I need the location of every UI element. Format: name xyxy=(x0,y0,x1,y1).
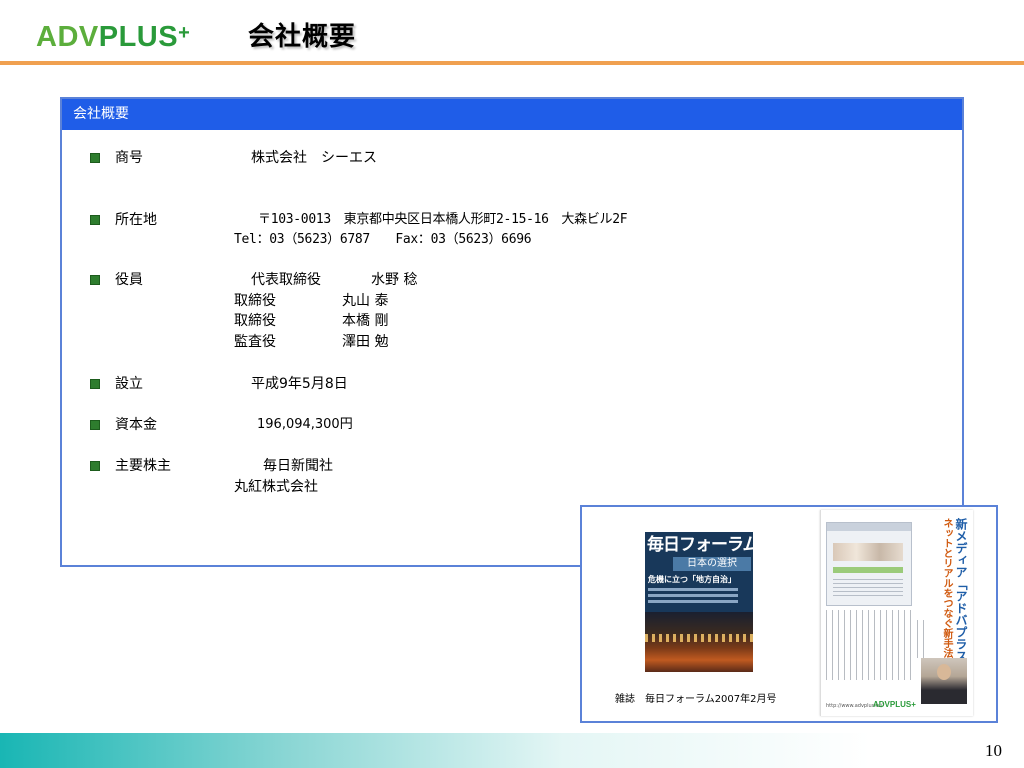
info-label: 役員 xyxy=(115,272,143,288)
header-divider xyxy=(0,61,1024,65)
panel-header: 会社概要 xyxy=(62,99,962,130)
officer-role: 代表取締役 xyxy=(251,272,321,288)
article-title: 新メディア「アドバプラス」 xyxy=(954,518,968,674)
bullet-icon xyxy=(90,379,100,389)
officer-name: 水野 稔 xyxy=(371,272,418,288)
page-number: 10 xyxy=(985,741,1002,760)
officer-role: 取締役 xyxy=(234,313,276,329)
info-value: 株式会社 シーエス xyxy=(251,150,377,166)
company-logo: ADVPLUS+ xyxy=(36,20,190,54)
info-label: 資本金 xyxy=(115,417,157,433)
magazine-cover-headline: 危機に立つ「地方自治」 xyxy=(648,575,736,584)
magazine-cover-title: 毎日フォーラム xyxy=(647,535,753,555)
info-label: 主要株主 xyxy=(115,458,171,474)
phone-fax-value: Tel：03（5623）6787 Fax：03（5623）6696 xyxy=(234,232,532,247)
company-overview-panel: 会社概要 商号 株式会社 シーエス 所在地 〒103-0013 東京都中央区日本… xyxy=(60,97,964,567)
portrait-photo xyxy=(921,658,967,704)
article-subtitle: ネットとリアルをつなぐ新手法 xyxy=(941,518,952,658)
cover-text-lines xyxy=(648,588,738,606)
info-label: 設立 xyxy=(115,376,143,392)
logo-adv-text: ADV xyxy=(36,21,99,53)
magazine-inset: 毎日フォーラム 日本の選択 危機に立つ「地方自治」 雑誌 毎日フォーラム2007… xyxy=(580,505,998,723)
article-body-text xyxy=(826,610,914,680)
info-label: 所在地 xyxy=(115,212,157,228)
officer-role: 監査役 xyxy=(234,333,276,350)
website-screenshot-image xyxy=(826,522,912,606)
officer-role: 取締役 xyxy=(234,292,276,309)
magazine-cover-band: 日本の選択 xyxy=(673,557,751,571)
bullet-icon xyxy=(90,215,100,225)
article-logo: ADVPLUS+ xyxy=(873,700,916,709)
magazine-caption: 雑誌 毎日フォーラム2007年2月号 xyxy=(615,694,777,705)
bullet-icon xyxy=(90,420,100,430)
magazine-cover-image: 毎日フォーラム 日本の選択 危機に立つ「地方自治」 xyxy=(645,532,753,672)
info-label: 商号 xyxy=(115,150,143,166)
officer-name: 澤田 勉 xyxy=(342,333,389,350)
logo-plus-sign: + xyxy=(178,22,191,44)
bullet-icon xyxy=(90,461,100,471)
officer-name: 丸山 泰 xyxy=(342,292,389,309)
info-value: 平成9年5月8日 xyxy=(251,376,348,392)
cover-photo xyxy=(645,612,753,672)
logo-plus-text: PLUS xyxy=(98,21,179,53)
address-value: 〒103-0013 東京都中央区日本橋人形町2-15-16 大森ビル2F xyxy=(258,212,628,227)
magazine-article-image: ネットとリアルをつなぐ新手法 新メディア「アドバプラス」 http://www.… xyxy=(820,510,973,716)
officer-name: 本橋 剛 xyxy=(342,313,389,329)
slide-title: 会社概要 xyxy=(248,22,357,52)
shareholder-name: 毎日新聞社 xyxy=(263,458,333,474)
shareholder-name: 丸紅株式会社 xyxy=(234,478,318,495)
bullet-icon xyxy=(90,153,100,163)
article-body-text xyxy=(917,620,929,658)
bullet-icon xyxy=(90,275,100,285)
footer-gradient-bar xyxy=(0,733,1024,768)
info-value: 196,094,300円 xyxy=(257,417,353,432)
